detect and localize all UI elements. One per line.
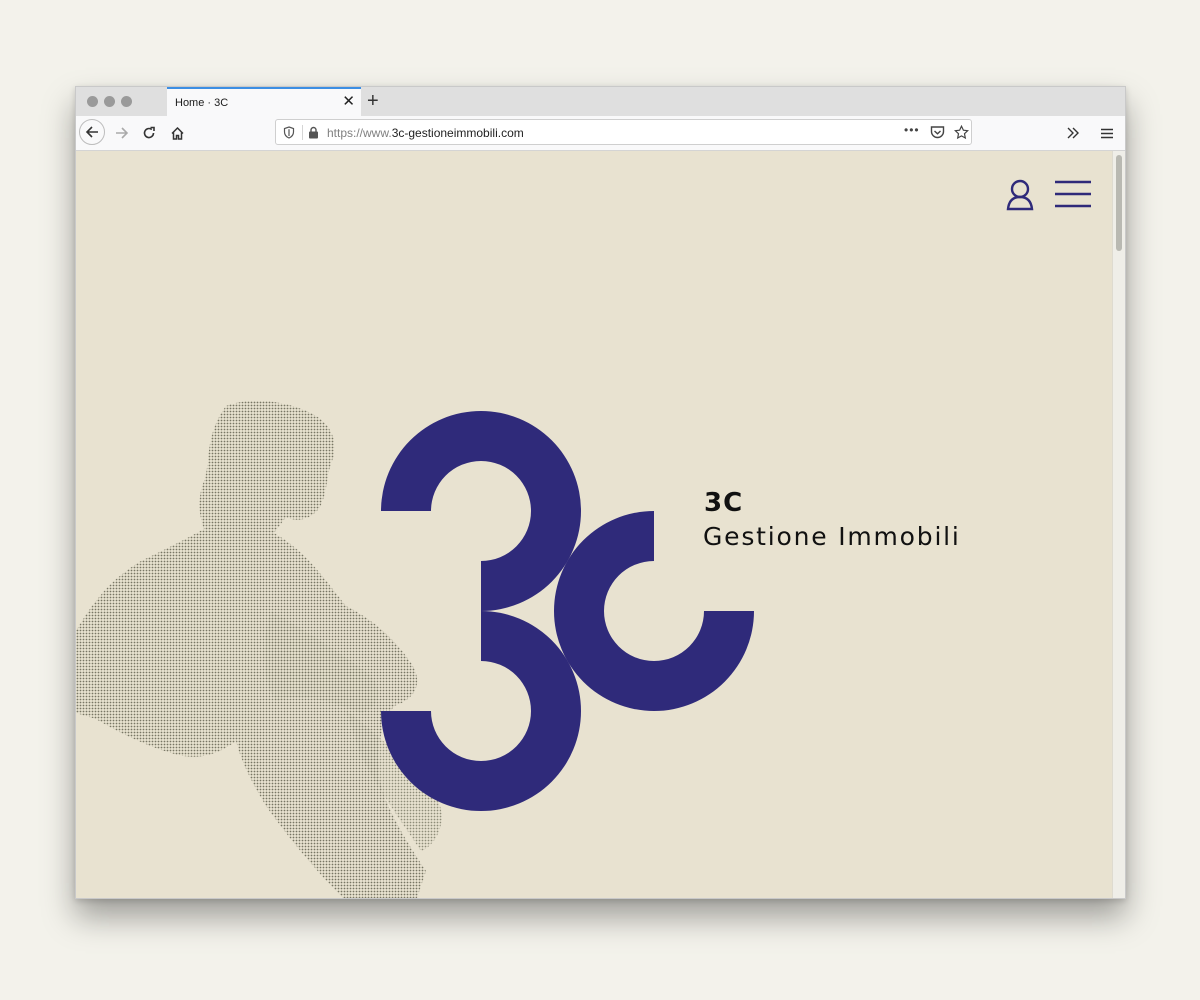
brand-short: 3C	[704, 488, 744, 518]
brand-name: Gestione Immobili	[703, 522, 961, 551]
lock-icon[interactable]	[308, 126, 319, 139]
back-button[interactable]	[79, 119, 105, 145]
overflow-button[interactable]	[1060, 120, 1086, 146]
page-actions-button[interactable]: •••	[904, 123, 920, 137]
double-chevron-right-icon	[1067, 127, 1079, 139]
zoom-window-dot[interactable]	[121, 96, 132, 107]
home-icon	[170, 126, 184, 140]
hamburger-menu-icon[interactable]	[1055, 180, 1091, 208]
star-icon[interactable]	[954, 125, 969, 140]
navigation-toolbar: https://www.3c-gestioneimmobili.com •••	[76, 116, 1125, 151]
arrow-left-icon	[85, 126, 98, 138]
tab-strip: Home · 3C ✕ +	[76, 87, 1125, 117]
shield-icon[interactable]	[283, 126, 295, 139]
tab-title: Home · 3C	[175, 97, 229, 109]
brand-logo-mark	[381, 411, 754, 811]
reload-button[interactable]	[136, 120, 162, 146]
forward-button[interactable]	[109, 120, 135, 146]
menu-icon	[1101, 128, 1113, 138]
url-divider	[302, 125, 303, 140]
scrollbar-thumb[interactable]	[1116, 155, 1122, 251]
close-window-dot[interactable]	[87, 96, 98, 107]
new-tab-button[interactable]: +	[367, 89, 379, 113]
browser-window: Home · 3C ✕ + https://www.3c-gestioneimm…	[75, 86, 1126, 899]
page-scrollbar[interactable]	[1112, 151, 1125, 898]
minimize-window-dot[interactable]	[104, 96, 115, 107]
tab-home[interactable]: Home · 3C ✕	[167, 87, 361, 116]
web-page: 3C Gestione Immobili	[76, 151, 1112, 898]
url-domain: 3c-gestioneimmobili.com	[391, 126, 524, 140]
home-button[interactable]	[164, 120, 190, 146]
close-tab-icon[interactable]: ✕	[342, 94, 355, 110]
reload-icon	[143, 126, 155, 139]
url-prefix: https://www.	[327, 126, 392, 140]
url-text[interactable]: https://www.3c-gestioneimmobili.com	[327, 126, 524, 140]
arrow-right-icon	[116, 127, 129, 139]
address-bar[interactable]: https://www.3c-gestioneimmobili.com •••	[275, 119, 972, 145]
pocket-icon[interactable]	[930, 125, 945, 139]
user-icon[interactable]	[1006, 179, 1034, 211]
app-menu-button[interactable]	[1094, 120, 1120, 146]
